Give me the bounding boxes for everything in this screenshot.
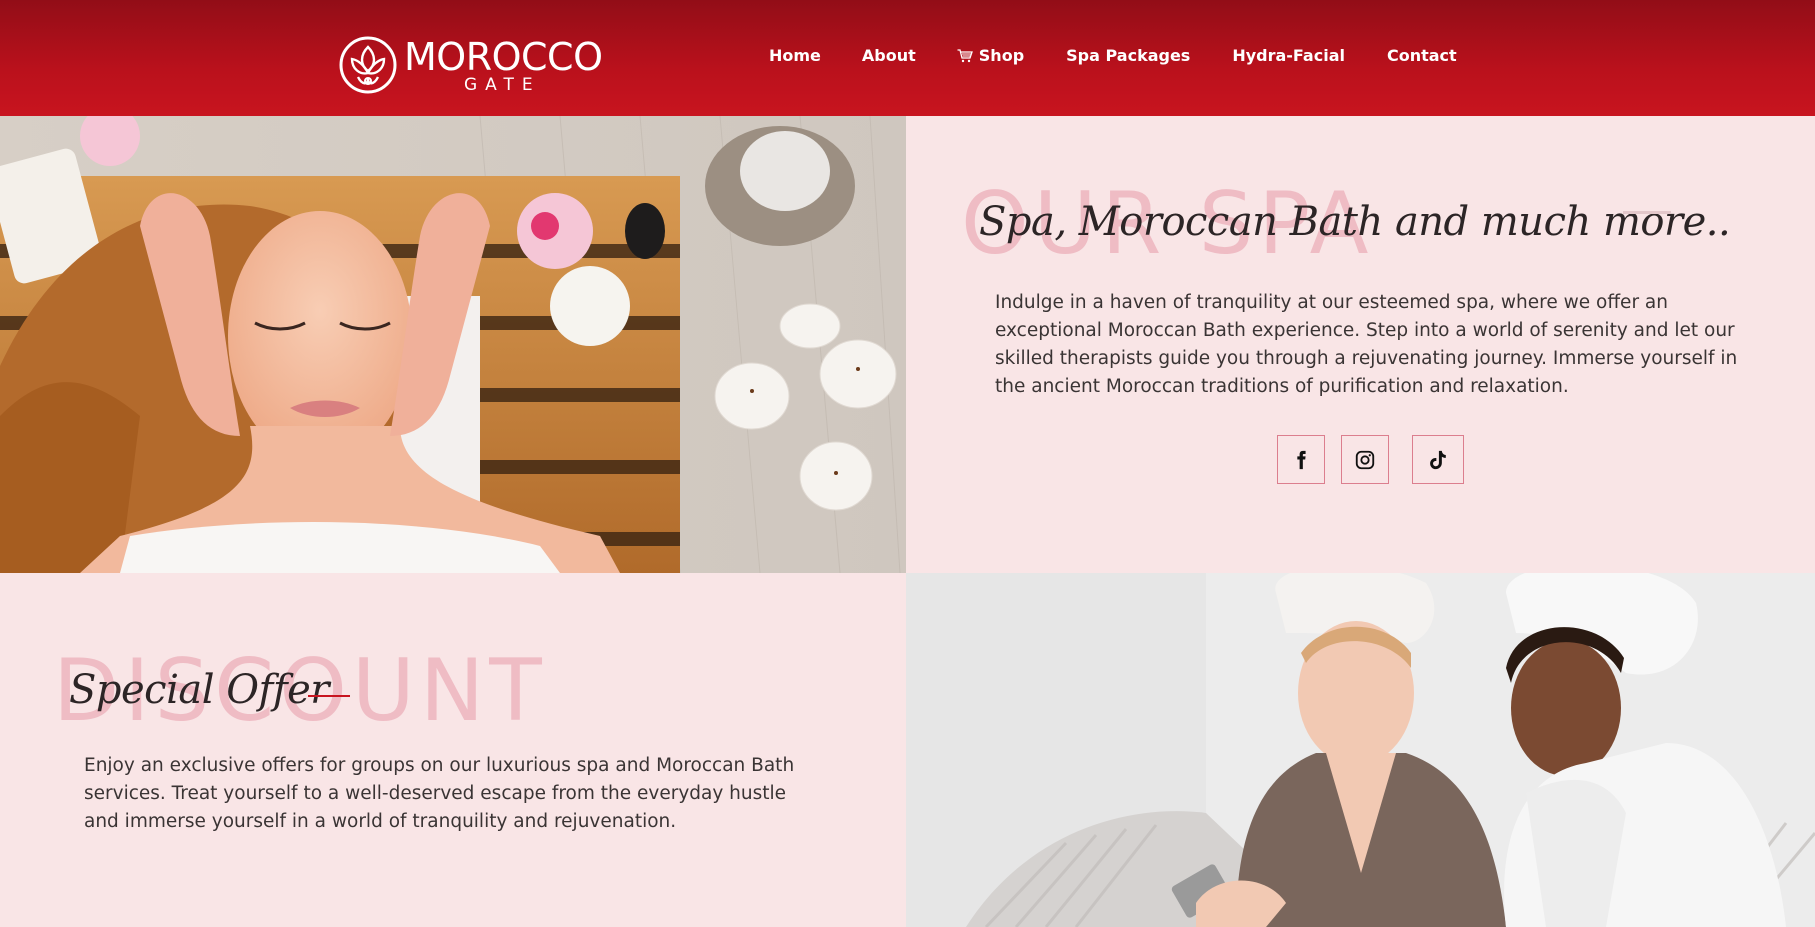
spa-description: Indulge in a haven of tranquility at our… [995,292,1738,397]
nav-home[interactable]: Home [769,44,821,68]
cart-icon [957,49,973,63]
instagram-link[interactable] [1341,435,1389,484]
nav-shop[interactable]: Shop [957,44,1024,68]
facial-massage-image [0,116,906,573]
facebook-icon [1297,450,1306,469]
nav-contact[interactable]: Contact [1387,44,1457,68]
offer-title: Special Offer [69,667,329,713]
tiktok-link[interactable] [1412,435,1464,484]
offer-description: Enjoy an exclusive offers for groups on … [84,755,795,832]
brand-subtitle: GATE [464,75,541,95]
nav-about[interactable]: About [862,44,916,68]
spa-title-divider [1623,211,1671,214]
tiktok-icon [1430,450,1446,469]
women-robes-image [906,573,1815,927]
main-nav: Home About Shop Spa Packages Hydra-Facia… [769,44,1457,68]
brand-logo[interactable]: MOROCCO GATE [338,33,603,97]
instagram-icon [1355,450,1375,469]
facebook-link[interactable] [1277,435,1325,484]
spa-title: Spa, Moroccan Bath and much more.. [979,199,1731,245]
site-header: MOROCCO GATE Home About Shop Spa Package… [0,0,1815,116]
lotus-logo-icon [339,36,397,94]
brand-name: MOROCCO [404,35,603,79]
nav-shop-label: Shop [978,46,1025,65]
offer-panel [0,573,906,927]
offer-title-divider [308,695,350,697]
nav-hydra-facial[interactable]: Hydra-Facial [1232,44,1345,68]
nav-spa-packages[interactable]: Spa Packages [1066,44,1190,68]
